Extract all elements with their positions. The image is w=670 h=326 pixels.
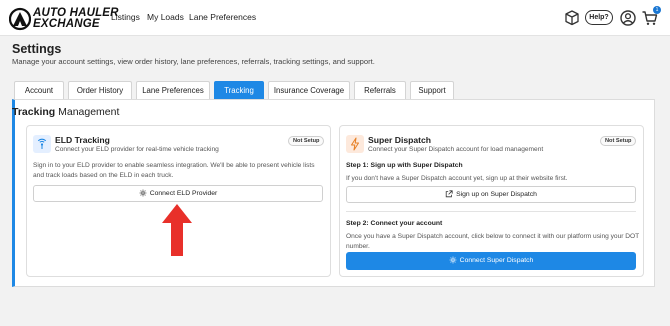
tab-tracking[interactable]: Tracking (214, 81, 264, 100)
tab-order-history[interactable]: Order History (68, 81, 132, 100)
red-up-arrow-icon (162, 204, 192, 256)
top-navbar: AUTO HAULER EXCHANGE Listings My Loads L… (0, 0, 670, 36)
nav-my-loads[interactable]: My Loads (147, 12, 184, 22)
section-title-bold: Tracking (12, 106, 56, 118)
sd-card-subtitle: Connect your Super Dispatch account for … (368, 146, 544, 153)
gear-icon (139, 189, 147, 197)
tab-lane-preferences[interactable]: Lane Preferences (136, 81, 210, 100)
sd-step1-text: If you don't have a Super Dispatch accou… (346, 175, 568, 182)
sd-status-badge: Not Setup (600, 136, 637, 146)
connect-super-dispatch-label: Connect Super Dispatch (459, 257, 534, 264)
page-title: Settings (12, 42, 62, 56)
sign-up-super-dispatch-button[interactable]: Sign up on Super Dispatch (346, 186, 636, 203)
sign-up-label: Sign up on Super Dispatch (456, 191, 537, 198)
connect-eld-label: Connect ELD Provider (149, 190, 218, 197)
sd-step2-title: Step 2: Connect your account (346, 220, 443, 227)
lightning-icon (346, 135, 364, 153)
external-link-icon (445, 190, 453, 198)
cart-count-badge: 1 (653, 6, 661, 14)
nav-listings[interactable]: Listings (111, 12, 140, 22)
eld-status-badge: Not Setup (288, 136, 325, 146)
cube-icon[interactable] (563, 9, 581, 27)
eld-description: Sign in to your ELD provider to enable s… (33, 162, 315, 179)
connect-eld-provider-button[interactable]: Connect ELD Provider (33, 185, 323, 202)
sd-card-title: Super Dispatch (368, 135, 432, 145)
gear-icon (449, 256, 457, 264)
user-circle-icon[interactable] (619, 9, 637, 27)
connect-super-dispatch-button[interactable]: Connect Super Dispatch (346, 252, 636, 270)
page-subtitle: Manage your account settings, view order… (12, 57, 375, 66)
tab-account[interactable]: Account (14, 81, 64, 100)
wifi-signal-icon (33, 135, 51, 153)
help-button[interactable]: Help? (585, 10, 613, 25)
super-dispatch-card: Super Dispatch Connect your Super Dispat… (339, 125, 644, 277)
sd-step1-title: Step 1: Sign up with Super Dispatch (346, 162, 463, 169)
logo-text-line2: EXCHANGE (33, 18, 100, 30)
eld-card-title: ELD Tracking (55, 135, 110, 145)
sd-divider (346, 211, 636, 212)
tab-support[interactable]: Support (410, 81, 454, 100)
section-title: Tracking Management (12, 106, 119, 118)
sd-step2-text: Once you have a Super Dispatch account, … (346, 233, 640, 250)
nav-lane-preferences[interactable]: Lane Preferences (189, 12, 256, 22)
tab-referrals[interactable]: Referrals (354, 81, 406, 100)
logo[interactable]: AUTO HAULER EXCHANGE (9, 6, 118, 32)
section-title-rest: Management (55, 106, 120, 118)
logo-mountain-icon (9, 7, 31, 31)
eld-card-subtitle: Connect your ELD provider for real-time … (55, 146, 219, 153)
tab-insurance-coverage[interactable]: Insurance Coverage (268, 81, 350, 100)
